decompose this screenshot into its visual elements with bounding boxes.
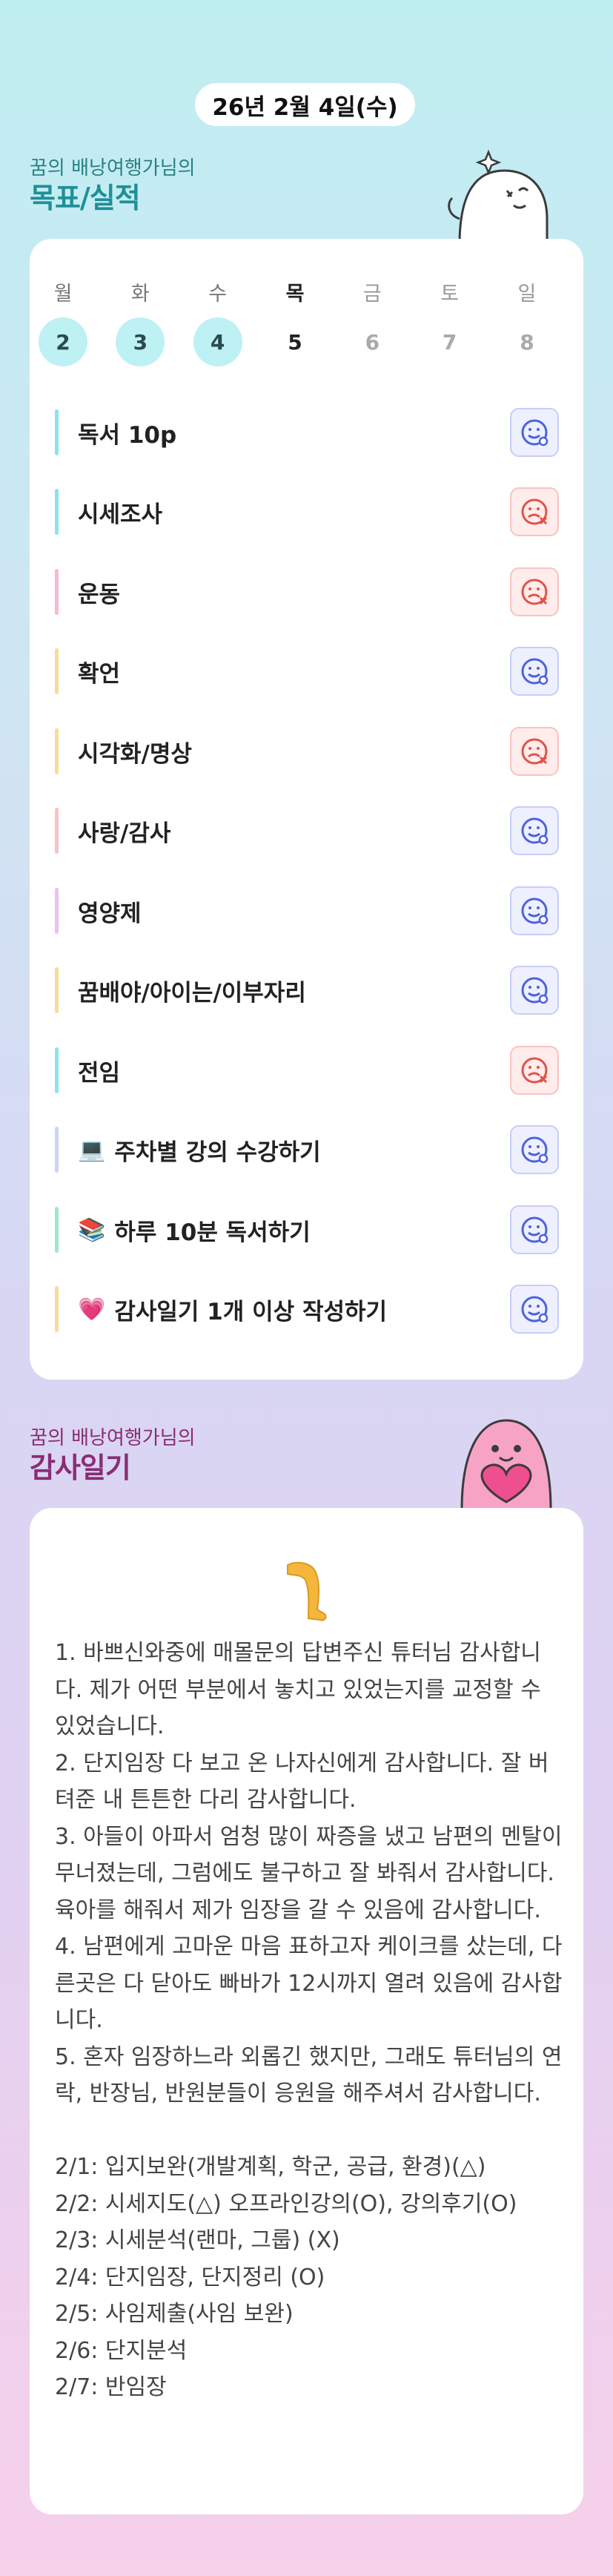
task-row[interactable]: 💗 감사일기 1개 이상 작성하기 xyxy=(55,1285,559,1334)
leg-icon xyxy=(287,1561,327,1621)
task-label: 시각화/명상 xyxy=(78,735,510,768)
task-row[interactable]: 💻 주차별 강의 수강하기 xyxy=(55,1125,559,1174)
task-label-text: 전임 xyxy=(78,1059,121,1087)
task-label-text: 확언 xyxy=(78,660,121,688)
week-day-name: 월 xyxy=(53,283,73,306)
task-accent-bar xyxy=(55,888,59,934)
task-label: 시세조사 xyxy=(78,495,510,529)
task-accent-bar xyxy=(55,409,59,455)
laptop-icon: 💻 xyxy=(78,1136,106,1163)
week-day-date: 2 xyxy=(39,317,87,366)
heart-icon: 💗 xyxy=(78,1296,106,1322)
task-label: 📚 하루 10분 독서하기 xyxy=(78,1213,510,1247)
ghost-mascot-icon xyxy=(448,149,549,245)
task-row[interactable]: 운동 xyxy=(55,567,559,616)
task-label: 운동 xyxy=(78,576,510,609)
task-label-text: 하루 10분 독서하기 xyxy=(114,1219,311,1246)
task-accent-bar xyxy=(55,648,59,694)
week-day-tue[interactable]: 화 3 xyxy=(116,277,165,366)
task-label-text: 시각화/명상 xyxy=(78,740,192,768)
status-missed-icon[interactable] xyxy=(510,1046,559,1095)
task-label-text: 감사일기 1개 이상 작성하기 xyxy=(114,1298,388,1325)
week-day-name: 수 xyxy=(208,283,228,306)
task-accent-bar xyxy=(55,728,59,774)
week-day-mon[interactable]: 월 2 xyxy=(39,277,87,366)
task-row[interactable]: 📚 하루 10분 독서하기 xyxy=(55,1205,559,1254)
status-done-icon[interactable] xyxy=(510,1125,559,1174)
task-label-text: 운동 xyxy=(78,581,121,608)
week-day-fri[interactable]: 금 6 xyxy=(348,277,397,366)
status-done-icon[interactable] xyxy=(510,806,559,855)
week-day-thu[interactable]: 목 5 xyxy=(271,277,319,366)
week-day-date: 8 xyxy=(520,329,534,355)
task-row[interactable]: 영양제 xyxy=(55,886,559,935)
task-label: 💻 주차별 강의 수강하기 xyxy=(78,1133,510,1167)
status-missed-icon[interactable] xyxy=(510,487,559,536)
journal-text: 1. 바쁘신와중에 매몰문의 답변주신 튜터님 감사합니다. 제가 어떤 부분에… xyxy=(55,1640,563,2400)
week-day-wed[interactable]: 수 4 xyxy=(193,277,242,366)
task-row[interactable]: 꿈배야/아이는/이부자리 xyxy=(55,966,559,1015)
task-accent-bar xyxy=(55,1207,59,1253)
date-pill[interactable]: 26년 2월 4일(수) xyxy=(195,83,415,126)
task-label-text: 주차별 강의 수강하기 xyxy=(114,1139,321,1166)
task-label-text: 영양제 xyxy=(78,900,142,927)
task-row[interactable]: 시세조사 xyxy=(55,487,559,536)
task-accent-bar xyxy=(55,1127,59,1173)
status-done-icon[interactable] xyxy=(510,886,559,935)
week-day-date: 4 xyxy=(193,317,242,366)
week-day-name: 목 xyxy=(285,283,305,306)
week-day-date: 5 xyxy=(288,329,302,355)
week-day-sun[interactable]: 일 8 xyxy=(503,277,551,366)
status-done-icon[interactable] xyxy=(510,1285,559,1334)
week-day-name: 일 xyxy=(517,283,537,306)
books-icon: 📚 xyxy=(78,1216,106,1243)
task-accent-bar xyxy=(55,967,59,1013)
status-done-icon[interactable] xyxy=(510,1205,559,1254)
week-day-name: 화 xyxy=(130,283,150,306)
task-row[interactable]: 독서 10p xyxy=(55,408,559,457)
task-row[interactable]: 사랑/감사 xyxy=(55,806,559,855)
week-day-date: 7 xyxy=(442,329,457,355)
task-accent-bar xyxy=(55,1286,59,1332)
week-day-sat[interactable]: 토 7 xyxy=(425,277,474,366)
week-day-name: 금 xyxy=(362,283,382,306)
task-accent-bar xyxy=(55,808,59,854)
task-label: 확언 xyxy=(78,655,510,688)
task-label: 꿈배야/아이는/이부자리 xyxy=(78,974,510,1007)
task-label-text: 시세조사 xyxy=(78,501,163,528)
task-accent-bar xyxy=(55,569,59,615)
status-done-icon[interactable] xyxy=(510,408,559,457)
status-done-icon[interactable] xyxy=(510,966,559,1015)
task-accent-bar xyxy=(55,489,59,535)
task-label: 전임 xyxy=(78,1054,510,1087)
week-day-date: 3 xyxy=(116,317,165,366)
task-row[interactable]: 시각화/명상 xyxy=(55,727,559,776)
task-label: 💗 감사일기 1개 이상 작성하기 xyxy=(78,1293,510,1326)
journal-title: 감사일기 xyxy=(30,1452,131,1484)
week-day-date: 6 xyxy=(365,329,380,355)
task-label-text: 사랑/감사 xyxy=(78,820,171,847)
task-label: 독서 10p xyxy=(78,416,510,449)
week-strip: 월 2 화 3 수 4 목 5 금 6 토 7 일 8 xyxy=(39,277,551,366)
heart-mascot-icon xyxy=(460,1419,552,1509)
status-done-icon[interactable] xyxy=(510,647,559,696)
task-accent-bar xyxy=(55,1047,59,1093)
task-row[interactable]: 확언 xyxy=(55,647,559,696)
goals-title: 목표/실적 xyxy=(30,182,141,214)
status-missed-icon[interactable] xyxy=(510,567,559,616)
task-label-text: 독서 10p xyxy=(78,421,177,449)
task-label: 사랑/감사 xyxy=(78,814,510,848)
task-label: 영양제 xyxy=(78,895,510,928)
task-label-text: 꿈배야/아이는/이부자리 xyxy=(78,979,306,1007)
status-missed-icon[interactable] xyxy=(510,727,559,776)
task-row[interactable]: 전임 xyxy=(55,1046,559,1095)
week-day-name: 토 xyxy=(440,283,460,306)
